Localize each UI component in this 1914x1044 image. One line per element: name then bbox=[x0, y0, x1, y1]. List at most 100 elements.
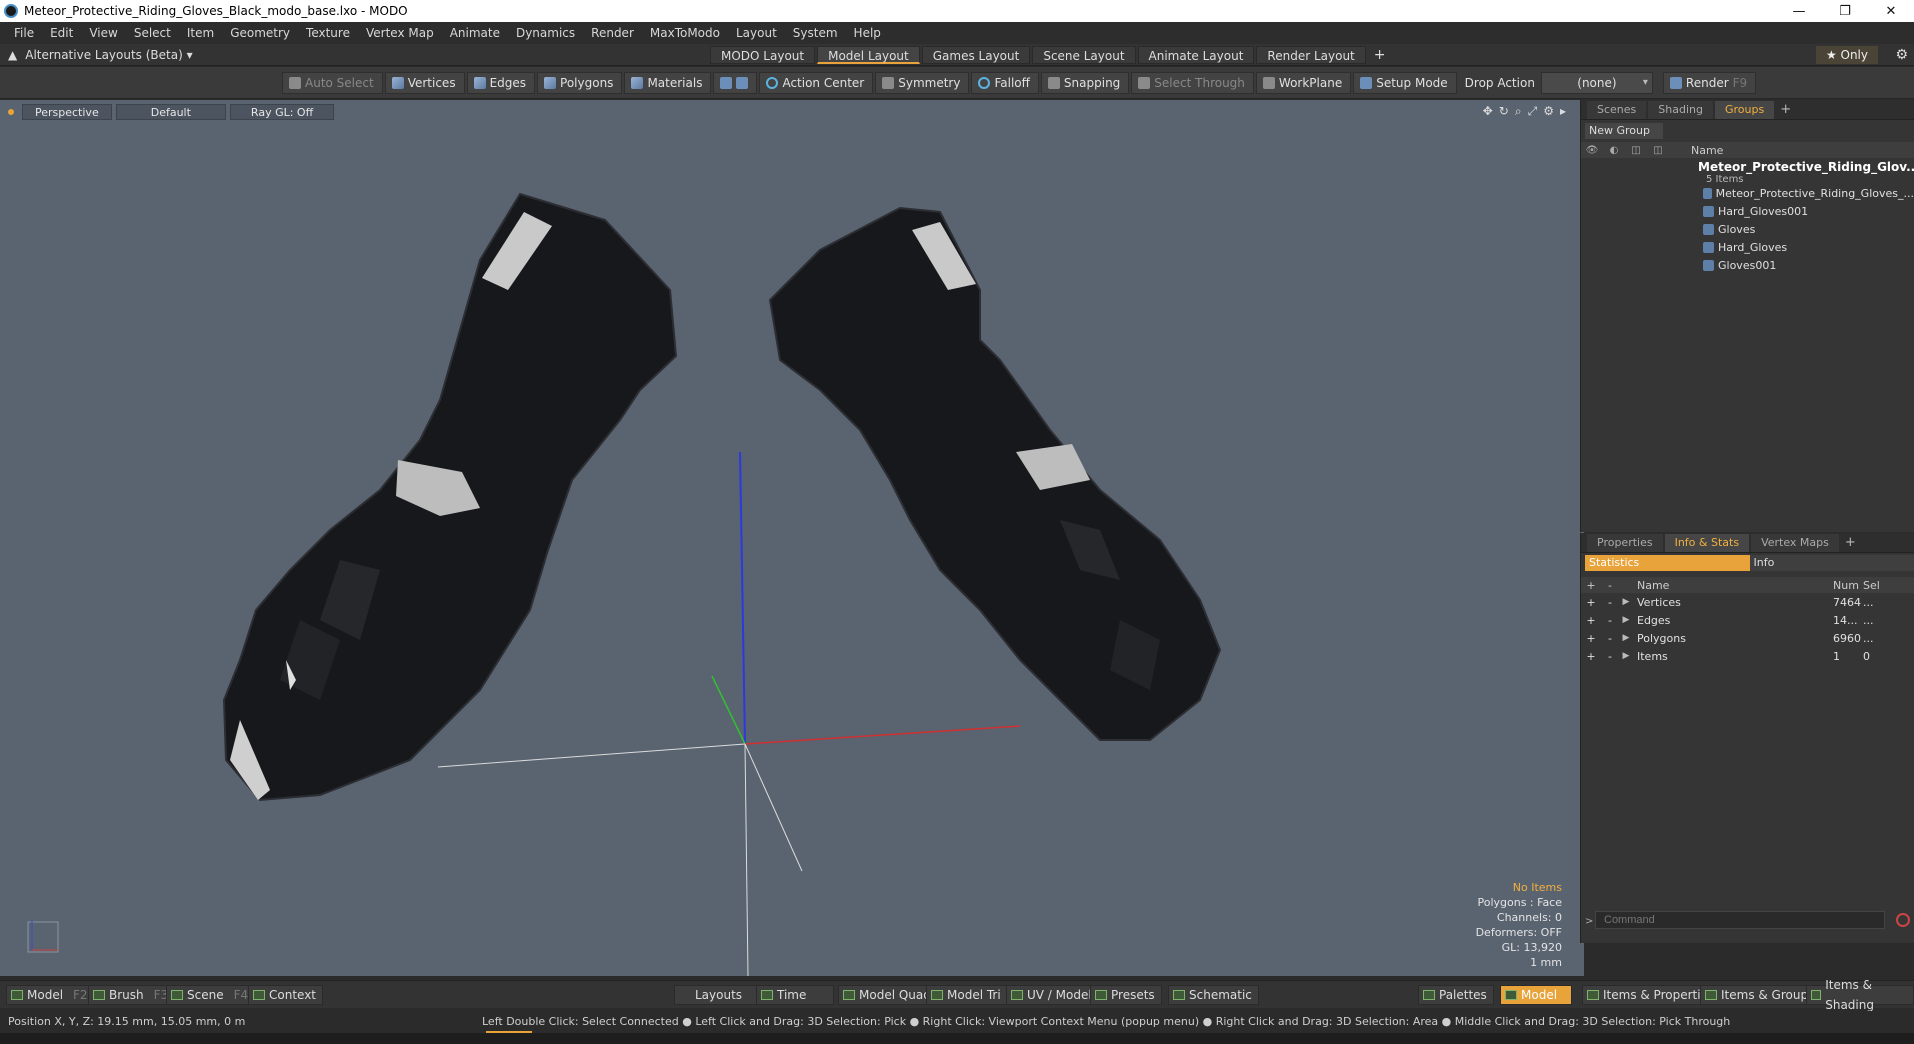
menu-file[interactable]: File bbox=[6, 22, 42, 44]
brush-mode-button[interactable]: Brush F3 bbox=[88, 985, 176, 1005]
tab-info-stats[interactable]: Info & Stats bbox=[1664, 533, 1750, 552]
minimize-button[interactable]: — bbox=[1776, 0, 1822, 22]
raygl-button[interactable]: Ray GL: Off bbox=[229, 104, 335, 120]
polygons-button[interactable]: Polygons bbox=[537, 72, 623, 94]
table-row[interactable]: + - ▶ Edges 14... ... bbox=[1581, 611, 1914, 629]
items-groups-button[interactable]: Items & Groups bbox=[1700, 985, 1822, 1005]
tab-modo-layout[interactable]: MODO Layout bbox=[710, 46, 816, 64]
auto-select-button[interactable]: Auto Select bbox=[282, 72, 383, 94]
schematic-button[interactable]: Schematic bbox=[1168, 985, 1259, 1005]
tab-scenes[interactable]: Scenes bbox=[1587, 100, 1647, 119]
tab-statistics[interactable]: Statistics bbox=[1585, 555, 1750, 571]
expand-arrow-icon[interactable]: ▶ bbox=[1619, 615, 1633, 625]
setup-mode-button[interactable]: Setup Mode bbox=[1353, 72, 1457, 94]
expand-all-icon[interactable]: + bbox=[1581, 579, 1601, 592]
list-item[interactable]: Meteor_Protective_Riding_Gloves_... bbox=[1581, 184, 1914, 202]
menu-help[interactable]: Help bbox=[846, 22, 889, 44]
tab-info[interactable]: Info bbox=[1749, 555, 1914, 571]
materials-button[interactable]: Materials bbox=[624, 72, 712, 94]
menu-select[interactable]: Select bbox=[126, 22, 179, 44]
add-icon[interactable]: + bbox=[1581, 632, 1601, 645]
edges-button[interactable]: Edges bbox=[466, 72, 536, 94]
menu-item[interactable]: Item bbox=[179, 22, 222, 44]
tab-properties[interactable]: Properties bbox=[1587, 533, 1663, 552]
record-macro-icon[interactable] bbox=[1896, 913, 1910, 927]
tab-model-layout[interactable]: Model Layout bbox=[817, 46, 920, 64]
render-button[interactable]: Render F9 bbox=[1662, 72, 1757, 94]
expand-arrow-icon[interactable]: ▶ bbox=[1619, 651, 1633, 661]
add-tab-icon[interactable]: + bbox=[1776, 102, 1795, 117]
tab-scene-layout[interactable]: Scene Layout bbox=[1032, 46, 1136, 64]
menu-geometry[interactable]: Geometry bbox=[222, 22, 298, 44]
viewport-settings-icon[interactable]: ⚙ bbox=[1543, 104, 1554, 119]
group-root-row[interactable]: Meteor_Protective_Riding_Glov... 5 Items bbox=[1581, 158, 1914, 185]
menu-texture[interactable]: Texture bbox=[298, 22, 358, 44]
menu-animate[interactable]: Animate bbox=[442, 22, 508, 44]
model-quad-button[interactable]: Model Quad bbox=[838, 985, 938, 1005]
maximize-button[interactable]: ❐ bbox=[1822, 0, 1868, 22]
shading-mode-button[interactable]: Default bbox=[115, 104, 226, 120]
view-type-button[interactable]: Perspective bbox=[22, 104, 112, 120]
only-toggle[interactable]: ★ Only bbox=[1815, 46, 1878, 64]
tab-games-layout[interactable]: Games Layout bbox=[921, 46, 1031, 64]
expand-arrow-icon[interactable]: ▶ bbox=[1619, 597, 1633, 607]
time-button[interactable]: Time bbox=[756, 985, 834, 1005]
palettes-button[interactable]: Palettes bbox=[1418, 985, 1494, 1005]
workplane-button[interactable]: WorkPlane bbox=[1255, 72, 1352, 94]
model-tri-button[interactable]: Model Tri bbox=[926, 985, 1008, 1005]
tab-groups[interactable]: Groups bbox=[1714, 100, 1775, 119]
add-tab-icon[interactable]: + bbox=[1841, 535, 1860, 550]
menu-layout[interactable]: Layout bbox=[728, 22, 785, 44]
table-row[interactable]: + - ▶ Vertices 7464 ... bbox=[1581, 593, 1914, 611]
action-center-button[interactable]: Action Center bbox=[759, 72, 874, 94]
add-icon[interactable]: + bbox=[1581, 650, 1601, 663]
falloff-button[interactable]: Falloff bbox=[971, 72, 1039, 94]
presets-button[interactable]: Presets bbox=[1090, 985, 1162, 1005]
menu-dynamics[interactable]: Dynamics bbox=[508, 22, 583, 44]
vertices-button[interactable]: Vertices bbox=[384, 72, 465, 94]
zoom-icon[interactable]: ⌕ bbox=[1515, 104, 1522, 119]
drop-action-select[interactable]: (none) bbox=[1540, 72, 1653, 94]
uv-model-button[interactable]: UV / Model bbox=[1006, 985, 1099, 1005]
add-icon[interactable]: + bbox=[1581, 614, 1601, 627]
layouts-button[interactable]: Layouts bbox=[674, 985, 764, 1005]
add-layout-icon[interactable]: + bbox=[1368, 46, 1392, 64]
menu-render[interactable]: Render bbox=[583, 22, 642, 44]
table-row[interactable]: + - ▶ Items 1 0 bbox=[1581, 647, 1914, 665]
pan-icon[interactable]: ✥ bbox=[1483, 104, 1493, 119]
collapse-all-icon[interactable]: - bbox=[1601, 579, 1619, 592]
command-input[interactable] bbox=[1595, 911, 1885, 929]
tab-vertex-maps[interactable]: Vertex Maps bbox=[1751, 533, 1839, 552]
close-button[interactable]: ✕ bbox=[1868, 0, 1914, 22]
menu-system[interactable]: System bbox=[785, 22, 846, 44]
add-icon[interactable]: + bbox=[1581, 596, 1601, 609]
expand-arrow-icon[interactable]: ▸ bbox=[1560, 104, 1566, 119]
alternative-layouts-dropdown[interactable]: ▲ Alternative Layouts (Beta) ▾ bbox=[8, 44, 193, 66]
list-item[interactable]: Hard_Gloves bbox=[1581, 238, 1914, 256]
menu-view[interactable]: View bbox=[81, 22, 125, 44]
rotate-icon[interactable]: ↻ bbox=[1499, 104, 1509, 119]
gear-icon[interactable]: ⚙ bbox=[1895, 46, 1908, 64]
3d-viewport[interactable]: Perspective Default Ray GL: Off ✥ ↻ ⌕ ⤢ … bbox=[0, 100, 1584, 976]
remove-icon[interactable]: - bbox=[1601, 632, 1619, 645]
name-column-header[interactable]: Name bbox=[1669, 144, 1723, 157]
remove-icon[interactable]: - bbox=[1601, 650, 1619, 663]
symmetry-button[interactable]: Symmetry bbox=[875, 72, 970, 94]
new-group-button[interactable]: New Group bbox=[1585, 123, 1663, 139]
expand-arrow-icon[interactable]: ▶ bbox=[1619, 633, 1633, 643]
command-history-icon[interactable]: > bbox=[1585, 916, 1593, 927]
tab-shading[interactable]: Shading bbox=[1648, 100, 1713, 119]
fit-icon[interactable]: ⤢ bbox=[1528, 104, 1538, 119]
viewport-menu-dot-icon[interactable] bbox=[8, 109, 14, 115]
context-button[interactable]: Context bbox=[248, 985, 324, 1005]
remove-icon[interactable]: - bbox=[1601, 596, 1619, 609]
list-item[interactable]: Gloves001 bbox=[1581, 256, 1914, 274]
menu-maxtomodo[interactable]: MaxToModo bbox=[642, 22, 728, 44]
tab-animate-layout[interactable]: Animate Layout bbox=[1137, 46, 1255, 64]
menu-edit[interactable]: Edit bbox=[42, 22, 81, 44]
model-mode-button[interactable]: Model F2 bbox=[6, 985, 95, 1005]
snapping-button[interactable]: Snapping bbox=[1040, 72, 1130, 94]
select-through-button[interactable]: Select Through bbox=[1131, 72, 1254, 94]
scene-mode-button[interactable]: Scene F4 bbox=[166, 985, 256, 1005]
item-mode-button[interactable] bbox=[713, 72, 758, 94]
